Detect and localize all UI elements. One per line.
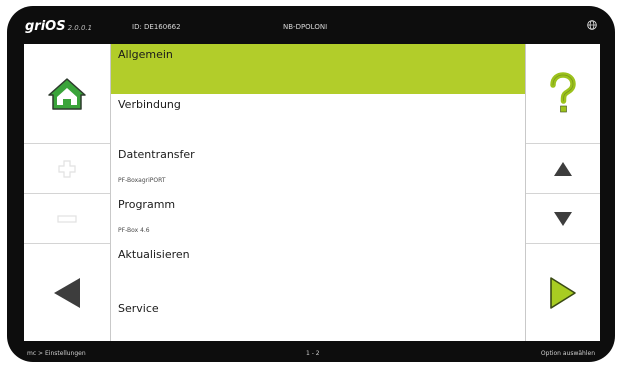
scroll-down-button[interactable] xyxy=(526,194,600,244)
menu-item-programm[interactable]: Programm PF-Box 4.6 xyxy=(111,194,525,244)
back-button[interactable] xyxy=(24,244,110,341)
menu-item-label: Service xyxy=(118,302,159,315)
footer-bar: mc > Einstellungen 1 - 2 Option auswähle… xyxy=(7,341,615,362)
scroll-up-button[interactable] xyxy=(526,144,600,194)
menu-item-aktualisieren[interactable]: Aktualisieren xyxy=(111,244,525,294)
left-button-column xyxy=(24,44,111,341)
globe-icon[interactable] xyxy=(587,20,597,30)
arrow-left-icon xyxy=(54,277,80,308)
question-mark-icon xyxy=(550,71,576,112)
menu-item-label: Verbindung xyxy=(118,98,181,111)
home-icon xyxy=(48,77,86,110)
home-button[interactable] xyxy=(24,44,110,144)
next-button[interactable] xyxy=(526,244,600,341)
menu-item-service[interactable]: Service xyxy=(111,294,525,344)
menu-item-value: PF-Box 4.6 xyxy=(118,227,150,234)
device-frame: griOS 2.0.0.1 ID: DE160662 NB-DPOLONI Al… xyxy=(7,6,615,362)
arrow-up-icon xyxy=(554,161,572,176)
breadcrumb: mc > Einstellungen xyxy=(27,350,86,357)
settings-menu: Allgemein Verbindung Datentransfer PF-Bo… xyxy=(111,44,525,341)
status-bar: griOS 2.0.0.1 ID: DE160662 NB-DPOLONI xyxy=(7,6,615,44)
menu-item-label: Datentransfer xyxy=(118,148,195,161)
main-screen: Allgemein Verbindung Datentransfer PF-Bo… xyxy=(24,44,600,341)
arrow-down-icon xyxy=(554,211,572,226)
plus-icon xyxy=(58,159,76,178)
menu-item-label: Programm xyxy=(118,198,176,211)
right-button-column xyxy=(525,44,600,341)
minus-button[interactable] xyxy=(24,194,110,244)
help-button[interactable] xyxy=(526,44,600,144)
menu-item-label: Allgemein xyxy=(118,48,173,61)
device-name: NB-DPOLONI xyxy=(283,23,328,31)
app-logo: griOS 2.0.0.1 xyxy=(25,19,93,34)
plus-button[interactable] xyxy=(24,144,110,194)
menu-item-datentransfer[interactable]: Datentransfer PF-BoxagriPORT xyxy=(111,144,525,194)
app-version: 2.0.0.1 xyxy=(67,24,93,32)
hint-text: Option auswählen xyxy=(540,350,595,357)
device-serial: ID: DE160662 xyxy=(132,23,181,31)
page-indicator: 1 - 2 xyxy=(306,350,320,357)
menu-item-allgemein[interactable]: Allgemein xyxy=(111,44,525,94)
arrow-right-icon xyxy=(550,276,576,309)
menu-item-value: PF-BoxagriPORT xyxy=(118,177,166,184)
menu-item-label: Aktualisieren xyxy=(118,248,190,261)
menu-item-verbindung[interactable]: Verbindung xyxy=(111,94,525,144)
minus-icon xyxy=(57,214,77,223)
